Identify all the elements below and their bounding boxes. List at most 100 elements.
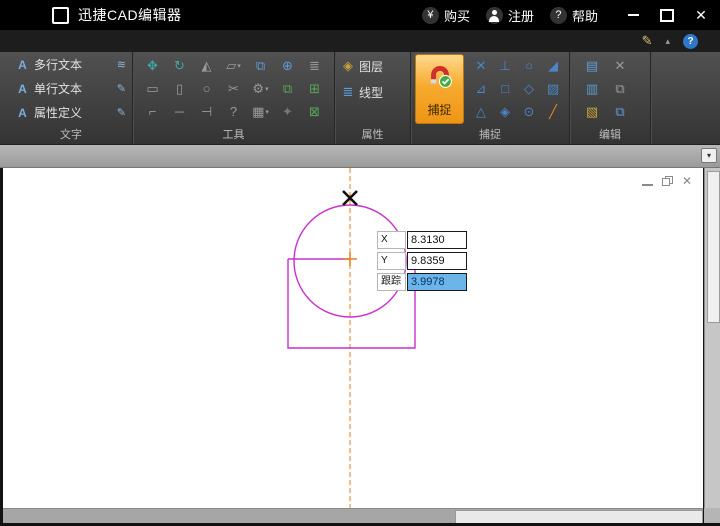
minimize-icon bbox=[628, 14, 639, 16]
ribbon-group-tools: ✥ ↻ ◭ ▱ ⧉ ⊕ ≣ ▭ ▯ ○ ✂ ⚙ ⧉ ⊞ ⌐ ─ ⊣ ? ▦ ✦ bbox=[133, 52, 335, 144]
attribute-edit-mini-icon[interactable]: ✎ bbox=[117, 106, 126, 119]
singleline-text-icon: A bbox=[14, 82, 31, 96]
minimize-button[interactable] bbox=[620, 4, 646, 26]
mirror-icon[interactable]: ◭ bbox=[193, 54, 220, 77]
delete-icon[interactable]: ✕ bbox=[606, 54, 634, 77]
layer-label: 图层 bbox=[359, 58, 383, 75]
help-label: 帮助 bbox=[572, 6, 598, 25]
drawing-canvas[interactable] bbox=[3, 168, 703, 508]
snap-crosshair bbox=[343, 252, 357, 266]
x-value-field[interactable]: 8.3130 bbox=[407, 231, 467, 249]
snap-intersection-icon[interactable]: ✕ bbox=[469, 54, 493, 77]
edit-pencil-icon[interactable]: ✎ bbox=[642, 33, 653, 49]
query-icon[interactable]: ? bbox=[220, 100, 247, 123]
attribute-define-button[interactable]: A 属性定义 ✎ bbox=[10, 101, 132, 124]
circle-tool-icon[interactable]: ○ bbox=[193, 77, 220, 100]
user-icon bbox=[486, 7, 503, 24]
snap-insertion-icon[interactable]: ▨ bbox=[541, 77, 565, 100]
ribbon-group-edit: ▤ ✕ ▥ ⧉ ▧ ⧉ 编辑 bbox=[570, 52, 651, 144]
doc-close-icon[interactable]: ✕ bbox=[682, 176, 692, 186]
text-group-label: 文字 bbox=[10, 126, 132, 142]
horizontal-scrollbar[interactable] bbox=[3, 508, 703, 523]
snap-node-icon[interactable]: ◈ bbox=[493, 100, 517, 123]
chamfer-icon[interactable]: ⌐ bbox=[139, 100, 166, 123]
snap-center-icon[interactable]: ○ bbox=[517, 54, 541, 77]
quick-access-bar: ✎ ▴ ? bbox=[0, 30, 720, 52]
linetype-icon: ≣ bbox=[340, 84, 356, 100]
titlebar: 迅捷CAD编辑器 ¥ 购买 注册 ? 帮助 ✕ bbox=[0, 0, 720, 30]
snap-quadrant-icon[interactable]: ◇ bbox=[517, 77, 541, 100]
maximize-button[interactable] bbox=[654, 4, 680, 26]
rotate-icon[interactable]: ↻ bbox=[166, 54, 193, 77]
ribbon-group-properties: ◈ 图层 ≣ 线型 属性 bbox=[335, 52, 411, 144]
tools-icon-grid: ✥ ↻ ◭ ▱ ⧉ ⊕ ≣ ▭ ▯ ○ ✂ ⚙ ⧉ ⊞ ⌐ ─ ⊣ ? ▦ ✦ bbox=[139, 54, 328, 123]
trim-icon[interactable]: ✂ bbox=[220, 77, 247, 100]
linetype-button[interactable]: ≣ 线型 bbox=[335, 80, 410, 104]
settings-dropdown-icon[interactable]: ⚙ bbox=[247, 77, 274, 100]
snap-toggle-button[interactable]: 捕捉 bbox=[415, 54, 464, 124]
move-icon[interactable]: ✥ bbox=[139, 54, 166, 77]
horizontal-scroll-thumb[interactable] bbox=[455, 510, 703, 524]
snap-modes-grid: ✕ ⊥ ○ ◢ ⊿ □ ◇ ▨ △ ◈ ⊙ ╱ bbox=[469, 54, 565, 123]
doc-minimize-icon[interactable] bbox=[642, 184, 653, 186]
clipboard-icon[interactable]: ▤ bbox=[578, 54, 606, 77]
linetype-label: 线型 bbox=[359, 84, 383, 101]
hatch-dropdown-icon[interactable]: ▦ bbox=[247, 100, 274, 123]
layout-bar: ▾ bbox=[0, 145, 720, 168]
text-edit-mini-icon[interactable]: ✎ bbox=[117, 82, 126, 95]
table-icon[interactable]: ⊞ bbox=[301, 77, 328, 100]
y-coordinate-row: Y 9.8359 bbox=[377, 252, 467, 270]
text-align-mini-icon[interactable]: ≋ bbox=[117, 58, 126, 71]
hatch-edit-icon[interactable]: ▧ bbox=[578, 100, 606, 123]
dynamic-input-panel: X 8.3130 Y 9.8359 跟踪 3.9978 bbox=[377, 231, 467, 294]
collapse-ribbon-icon[interactable]: ▴ bbox=[665, 36, 670, 47]
register-button[interactable]: 注册 bbox=[482, 6, 538, 25]
quick-help-icon[interactable]: ? bbox=[683, 34, 698, 49]
scale-dropdown-icon[interactable]: ▱ bbox=[220, 54, 247, 77]
x-label: X bbox=[377, 231, 406, 249]
y-value-field[interactable]: 9.8359 bbox=[407, 252, 467, 270]
doc-restore-icon[interactable] bbox=[662, 176, 673, 186]
copy-object-icon[interactable]: ⧉ bbox=[606, 77, 634, 100]
list-icon[interactable]: ▥ bbox=[578, 77, 606, 100]
ribbon-group-text: A 多行文本 ≋ A 单行文本 ✎ A 属性定义 ✎ 文字 bbox=[10, 52, 133, 144]
snap-button-label: 捕捉 bbox=[427, 101, 451, 118]
multiline-text-button[interactable]: A 多行文本 ≋ bbox=[10, 53, 132, 76]
scrollbar-corner bbox=[704, 508, 720, 523]
copy-icon[interactable]: ⧉ bbox=[247, 54, 274, 77]
snap-perpendicular-icon[interactable]: ⊥ bbox=[493, 54, 517, 77]
help-button[interactable]: ? 帮助 bbox=[546, 6, 602, 25]
paste-icon[interactable]: ⧉ bbox=[606, 100, 634, 123]
document-window-controls: ✕ bbox=[642, 176, 692, 186]
array-icon[interactable]: ≣ bbox=[301, 54, 328, 77]
explode-icon[interactable]: ✦ bbox=[274, 100, 301, 123]
app-title: 迅捷CAD编辑器 bbox=[78, 5, 182, 25]
snap-tracking-icon[interactable]: ╱ bbox=[541, 100, 565, 123]
line-tool-icon[interactable]: ─ bbox=[166, 100, 193, 123]
grid-tool-icon[interactable]: ⊠ bbox=[301, 100, 328, 123]
singleline-text-button[interactable]: A 单行文本 ✎ bbox=[10, 77, 132, 100]
snap-nearest-icon[interactable]: ◢ bbox=[541, 54, 565, 77]
offset-icon[interactable]: ⊕ bbox=[274, 54, 301, 77]
extend-icon[interactable]: ⊣ bbox=[193, 100, 220, 123]
buy-button[interactable]: ¥ 购买 bbox=[418, 6, 474, 25]
snap-circle-icon[interactable]: ⊙ bbox=[517, 100, 541, 123]
rectangle-tool-icon[interactable]: ▭ bbox=[139, 77, 166, 100]
polyline-tool-icon[interactable]: ▯ bbox=[166, 77, 193, 100]
snap-group-label: 捕捉 bbox=[411, 126, 569, 142]
snap-midpoint-icon[interactable]: □ bbox=[493, 77, 517, 100]
layer-button[interactable]: ◈ 图层 bbox=[335, 54, 410, 78]
buy-label: 购买 bbox=[444, 6, 470, 25]
snap-tangent-icon[interactable]: △ bbox=[469, 100, 493, 123]
app-logo-icon bbox=[52, 7, 69, 24]
duplicate-icon[interactable]: ⧉ bbox=[274, 77, 301, 100]
ribbon-group-snap: 捕捉 ✕ ⊥ ○ ◢ ⊿ □ ◇ ▨ △ ◈ ⊙ ╱ 捕捉 bbox=[411, 52, 570, 144]
close-button[interactable]: ✕ bbox=[688, 4, 714, 26]
snap-extension-icon[interactable]: ⊿ bbox=[469, 77, 493, 100]
tracking-label: 跟踪 bbox=[377, 273, 406, 291]
vertical-scroll-thumb[interactable] bbox=[707, 171, 720, 323]
tracking-value-field[interactable]: 3.9978 bbox=[407, 273, 467, 291]
tracking-distance-row: 跟踪 3.9978 bbox=[377, 273, 467, 291]
vertical-scrollbar[interactable] bbox=[704, 168, 720, 508]
layout-caret-button[interactable]: ▾ bbox=[701, 148, 717, 163]
